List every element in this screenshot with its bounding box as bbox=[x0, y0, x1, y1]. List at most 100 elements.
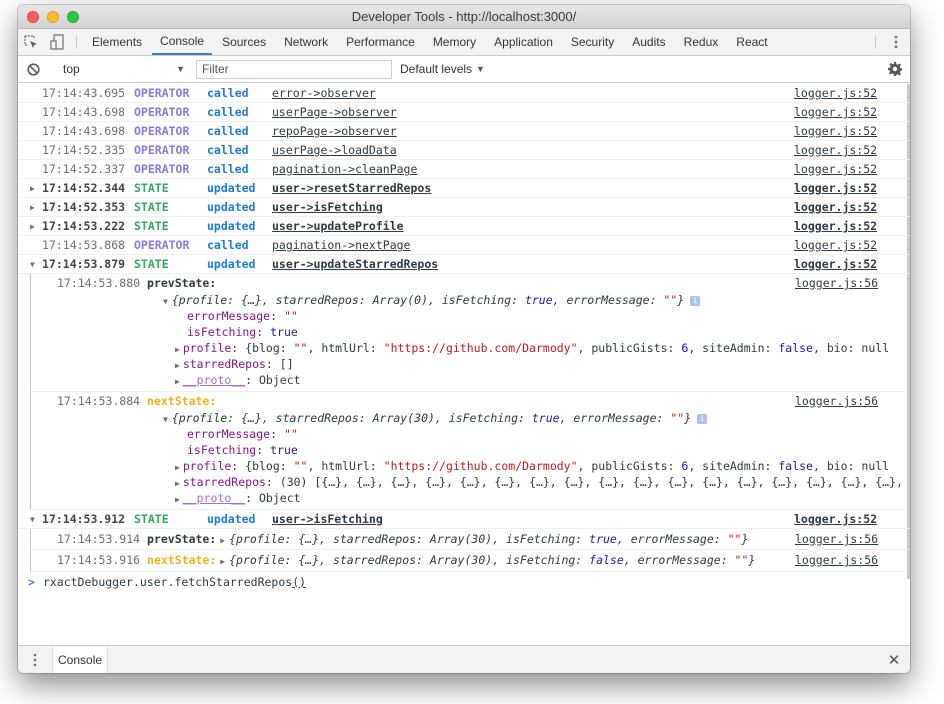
prompt-input-paren[interactable]: () bbox=[292, 575, 306, 589]
tab-application[interactable]: Application bbox=[486, 29, 561, 55]
tab-network[interactable]: Network bbox=[276, 29, 336, 55]
log-kind: STATE bbox=[134, 257, 169, 271]
expanded-triangle-icon[interactable]: ▼ bbox=[30, 255, 35, 274]
source-link[interactable]: logger.js:52 bbox=[794, 179, 877, 198]
source-link[interactable]: logger.js:56 bbox=[795, 392, 878, 410]
collapsed-triangle-icon[interactable]: ▶ bbox=[175, 495, 180, 504]
log-target[interactable]: userPage->observer bbox=[272, 105, 397, 119]
collapsed-triangle-icon[interactable]: ▶ bbox=[220, 557, 225, 566]
filter-input[interactable] bbox=[196, 59, 392, 79]
expanded-triangle-icon[interactable]: ▼ bbox=[30, 510, 35, 529]
log-row[interactable]: 17:14:43.698 OPERATOR called repoPage->obse… bbox=[18, 122, 910, 141]
device-toolbar-icon[interactable] bbox=[44, 29, 70, 55]
info-icon[interactable]: i bbox=[690, 295, 701, 306]
collapsed-triangle-icon[interactable]: ▶ bbox=[30, 179, 35, 198]
source-link[interactable]: logger.js:56 bbox=[795, 274, 878, 292]
collapsed-triangle-icon[interactable]: ▶ bbox=[175, 377, 180, 386]
collapsed-triangle-icon[interactable]: ▶ bbox=[175, 345, 180, 354]
tab-react[interactable]: React bbox=[728, 29, 775, 55]
property-line: errorMessage: "" bbox=[187, 309, 298, 323]
tab-redux[interactable]: Redux bbox=[676, 29, 727, 55]
log-target[interactable]: pagination->cleanPage bbox=[272, 162, 417, 176]
tab-memory[interactable]: Memory bbox=[425, 29, 484, 55]
console-prompt[interactable]: > rxactDebugger.user.fetchStarredRepos() bbox=[18, 572, 910, 592]
log-target[interactable]: user->updateProfile bbox=[272, 219, 404, 233]
log-row[interactable]: 17:14:52.337 OPERATOR called pagination->cl… bbox=[18, 160, 910, 179]
log-row[interactable]: 17:14:43.695 OPERATOR called error->observe… bbox=[18, 84, 910, 103]
log-target[interactable]: user->isFetching bbox=[272, 200, 383, 214]
log-row[interactable]: ▼ 17:14:53.879 STATE updated user->updateSta… bbox=[18, 255, 910, 274]
tab-performance[interactable]: Performance bbox=[338, 29, 423, 55]
property-line-expandable[interactable]: ▶ starredRepos: (30) [{…}, {…}, {…}, {…},… bbox=[31, 474, 910, 490]
more-options-icon[interactable] bbox=[882, 29, 910, 55]
source-link[interactable]: logger.js:52 bbox=[794, 141, 877, 160]
collapsed-triangle-icon[interactable]: ▶ bbox=[175, 479, 180, 488]
context-selector[interactable]: top ▼ bbox=[49, 62, 189, 76]
log-target[interactable]: user->isFetching bbox=[272, 512, 383, 526]
source-link[interactable]: logger.js:52 bbox=[794, 198, 877, 217]
collapsed-triangle-icon[interactable]: ▶ bbox=[175, 463, 180, 472]
source-link[interactable]: logger.js:52 bbox=[794, 255, 877, 274]
tab-audits[interactable]: Audits bbox=[624, 29, 673, 55]
log-row[interactable]: 17:14:52.335 OPERATOR called userPage->load… bbox=[18, 141, 910, 160]
property-line-expandable[interactable]: ▶ starredRepos: [] bbox=[31, 356, 910, 372]
log-row[interactable]: ▶ 17:14:52.344 STATE updated user->resetStar… bbox=[18, 179, 910, 198]
collapsed-triangle-icon[interactable]: ▶ bbox=[220, 536, 225, 545]
expanded-triangle-icon[interactable]: ▼ bbox=[163, 415, 168, 424]
expanded-triangle-icon[interactable]: ▼ bbox=[163, 297, 168, 306]
tab-elements[interactable]: Elements bbox=[84, 29, 150, 55]
source-link[interactable]: logger.js:52 bbox=[794, 103, 877, 122]
tab-security[interactable]: Security bbox=[563, 29, 622, 55]
log-row[interactable]: ▶ 17:14:53.222 STATE updated user->updatePro… bbox=[18, 217, 910, 236]
source-link[interactable]: logger.js:52 bbox=[794, 217, 877, 236]
property-line-expandable[interactable]: ▶ profile: {blog: "", htmlUrl: "https://g… bbox=[31, 340, 910, 356]
source-link[interactable]: logger.js:52 bbox=[794, 160, 877, 179]
summary-text[interactable]: {profile: {…}, starredRepos: Array(30), … bbox=[229, 532, 589, 546]
collapsed-triangle-icon[interactable]: ▶ bbox=[30, 198, 35, 217]
tab-sources[interactable]: Sources bbox=[214, 29, 274, 55]
property-line-expandable[interactable]: ▶ profile: {blog: "", htmlUrl: "https://g… bbox=[31, 458, 910, 474]
log-row[interactable]: ▶ 17:14:52.353 STATE updated user->isFetchin… bbox=[18, 198, 910, 217]
property-value: Object bbox=[259, 373, 301, 387]
log-row[interactable]: 17:14:53.868 OPERATOR called pagination->ne… bbox=[18, 236, 910, 255]
log-row[interactable]: ▼ 17:14:53.912 STATE updated user->isFetchi… bbox=[18, 510, 910, 529]
tab-console[interactable]: Console bbox=[152, 29, 213, 55]
summary-text[interactable]: {profile: {…}, starredRepos: Array(30), … bbox=[229, 553, 589, 567]
log-target[interactable]: repoPage->observer bbox=[272, 124, 397, 138]
prompt-input-text[interactable]: rxactDebugger.user.fetchStarredRepos bbox=[43, 575, 292, 589]
source-link[interactable]: logger.js:56 bbox=[795, 529, 878, 550]
log-target[interactable]: user->updateStarredRepos bbox=[272, 257, 438, 271]
log-verb: updated bbox=[207, 200, 256, 214]
collapsed-triangle-icon[interactable]: ▶ bbox=[175, 361, 180, 370]
minimize-window-button[interactable] bbox=[47, 11, 59, 23]
clear-console-icon[interactable] bbox=[18, 62, 48, 76]
summary-text: , errorMessage: bbox=[559, 411, 671, 425]
collapsed-triangle-icon[interactable]: ▶ bbox=[30, 217, 35, 236]
source-link[interactable]: logger.js:52 bbox=[794, 122, 877, 141]
object-summary[interactable]: ▼ {profile: {…}, starredRepos: Array(30),… bbox=[31, 410, 910, 426]
drawer-menu-icon[interactable] bbox=[18, 653, 52, 667]
close-window-button[interactable] bbox=[27, 11, 39, 23]
property-line-expandable[interactable]: ▶ __proto__: Object bbox=[31, 372, 910, 388]
log-target[interactable]: error->observer bbox=[272, 86, 376, 100]
maximize-window-button[interactable] bbox=[67, 11, 79, 23]
object-summary[interactable]: ▼ {profile: {…}, starredRepos: Array(0), … bbox=[31, 292, 910, 308]
source-link[interactable]: logger.js:52 bbox=[794, 510, 877, 529]
gear-icon[interactable] bbox=[880, 62, 910, 76]
log-target[interactable]: user->resetStarredRepos bbox=[272, 181, 431, 195]
property-line-expandable[interactable]: ▶ __proto__: Object bbox=[31, 490, 910, 506]
close-drawer-icon[interactable]: ✕ bbox=[878, 651, 910, 669]
drawer-tab-console[interactable]: Console bbox=[52, 646, 109, 673]
summary-value: false bbox=[589, 553, 624, 567]
source-link[interactable]: logger.js:52 bbox=[794, 236, 877, 255]
log-levels-dropdown[interactable]: Default levels ▼ bbox=[400, 62, 485, 76]
log-row[interactable]: 17:14:43.698 OPERATOR called userPage->obse… bbox=[18, 103, 910, 122]
source-link[interactable]: logger.js:56 bbox=[795, 550, 878, 571]
prev-state-label: prevState: bbox=[147, 532, 217, 546]
inspect-element-icon[interactable] bbox=[18, 29, 44, 55]
log-target[interactable]: pagination->nextPage bbox=[272, 238, 410, 252]
source-link[interactable]: logger.js:52 bbox=[794, 84, 877, 103]
log-target[interactable]: userPage->loadData bbox=[272, 143, 397, 157]
info-icon[interactable]: i bbox=[697, 413, 708, 424]
summary-text: } bbox=[748, 553, 756, 567]
